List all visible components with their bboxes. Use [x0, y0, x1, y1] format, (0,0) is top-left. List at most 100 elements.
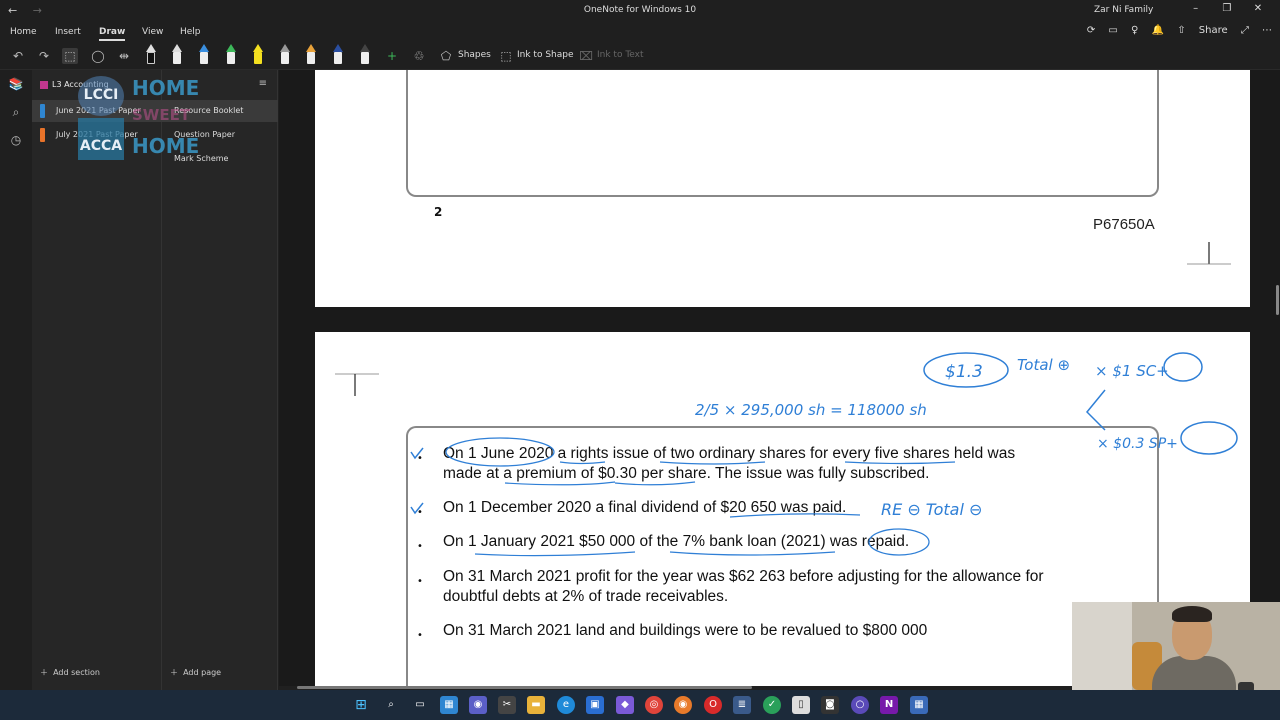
app-circle-icon[interactable]: ○: [851, 696, 869, 714]
share-button[interactable]: ⇧ Share: [1177, 25, 1227, 36]
pen-blue-icon[interactable]: [199, 44, 209, 66]
start-icon[interactable]: ⊞: [352, 696, 370, 714]
taskbar-search-icon[interactable]: ⌕: [382, 696, 400, 714]
pen-navy-icon[interactable]: [333, 44, 343, 66]
section-color-tab: [40, 128, 45, 142]
ink-brace: [1085, 389, 1106, 431]
add-section-button[interactable]: ＋ Add section: [40, 667, 100, 678]
pen-green-icon[interactable]: [226, 44, 236, 66]
windows-taskbar: ⊞ ⌕ ▭ ▦ ◉ ✂ ▬ e ▣ ◆ ◎ ◉ O ≣ ✓ ▯ ◙ ○ N ▦: [0, 690, 1280, 720]
item-dividend: On 1 December 2020 a final dividend of $…: [443, 499, 847, 516]
ink-replay-icon[interactable]: ♲: [411, 48, 427, 64]
ink-to-shape-button[interactable]: Ink to Shape: [517, 50, 574, 60]
notebooks-icon[interactable]: 📚: [0, 70, 32, 98]
title-bar: ← → OneNote for Windows 10 Zar Ni Family…: [0, 0, 1280, 22]
paper-code: P67650A: [1093, 216, 1155, 233]
store-icon[interactable]: ▣: [586, 696, 604, 714]
chat-icon[interactable]: ◉: [469, 696, 487, 714]
ink-calc: 2/5 × 295,000 sh = 118000 sh: [695, 401, 927, 419]
presenter-webcam: [1072, 602, 1280, 690]
ink-to-text-icon: ⌧: [579, 49, 593, 63]
menu-help[interactable]: Help: [180, 27, 201, 37]
ruler-icon[interactable]: ⇹: [116, 48, 132, 64]
ink-price: $1.3: [945, 362, 983, 382]
add-pen-icon[interactable]: +: [384, 48, 400, 64]
pen-gray-icon[interactable]: [280, 44, 290, 66]
calculator-icon[interactable]: ▦: [910, 696, 928, 714]
bullet-5: •: [417, 630, 423, 641]
ink-to-shape-icon[interactable]: ⬚: [498, 48, 514, 64]
webcam-microphone: [1238, 682, 1254, 690]
ink-sc: × $1 SC+: [1095, 362, 1169, 380]
app-icon[interactable]: ◆: [616, 696, 634, 714]
section-label: June 2021 Past Paper: [56, 106, 141, 115]
menu-view[interactable]: View: [142, 27, 163, 37]
obs-icon[interactable]: ◙: [821, 696, 839, 714]
share-label: Share: [1198, 25, 1228, 36]
firefox-icon[interactable]: ◉: [674, 696, 692, 714]
page-mark-scheme[interactable]: Mark Scheme: [162, 148, 278, 170]
section-june-2021[interactable]: June 2021 Past Paper: [32, 100, 162, 122]
redo-icon[interactable]: ↷: [36, 48, 52, 64]
bullet-1: •: [417, 453, 423, 464]
notebook-name: L3 Accounting: [52, 80, 109, 89]
document-icon[interactable]: ▯: [792, 696, 810, 714]
chrome-icon[interactable]: ◎: [645, 696, 663, 714]
sort-icon[interactable]: ≡: [259, 78, 267, 89]
webcam-presenter-body: [1152, 656, 1236, 690]
eraser-icon[interactable]: ◯: [90, 48, 106, 64]
notebook-title[interactable]: L3 Accounting: [40, 80, 109, 89]
section-label: July 2021 Past Paper: [56, 130, 138, 139]
widgets-icon[interactable]: ▦: [440, 696, 458, 714]
page-question-paper[interactable]: Question Paper: [162, 124, 278, 146]
snipping-tool-icon[interactable]: ✂: [498, 696, 516, 714]
menu-insert[interactable]: Insert: [55, 27, 81, 37]
expand-icon[interactable]: ⤢: [1241, 25, 1249, 36]
close-icon[interactable]: ✕: [1244, 3, 1272, 14]
page-canvas[interactable]: 2 P67650A • On 1 June 2020 a rights issu…: [279, 70, 1280, 686]
sections-pane: L3 Accounting June 2021 Past Paper July …: [32, 70, 162, 690]
bullet-3: •: [417, 541, 423, 552]
lightbulb-icon[interactable]: ♀: [1131, 25, 1138, 36]
vertical-scrollbar[interactable]: [1276, 285, 1279, 315]
feedly-icon[interactable]: ✓: [763, 696, 781, 714]
more-icon[interactable]: ⋯: [1262, 25, 1272, 36]
onenote-icon[interactable]: N: [880, 696, 898, 714]
menu-draw[interactable]: Draw: [99, 27, 126, 41]
notepad-icon[interactable]: ≣: [733, 696, 751, 714]
file-explorer-icon[interactable]: ▬: [527, 696, 545, 714]
ink-total-plus: Total ⊕: [1017, 356, 1070, 374]
sync-icon[interactable]: ⟳: [1087, 25, 1095, 36]
item-profit: On 31 March 2021 profit for the year was…: [443, 568, 1044, 605]
pen-black-icon[interactable]: [146, 44, 156, 66]
edge-icon[interactable]: e: [557, 696, 575, 714]
navigation-rail: 📚 ⌕ ◷: [0, 70, 32, 690]
app-title: OneNote for Windows 10: [583, 5, 697, 15]
pen-dark-icon[interactable]: [360, 44, 370, 66]
item-revaluation: On 31 March 2021 land and buildings were…: [443, 622, 928, 639]
notifications-icon[interactable]: 🔔: [1152, 25, 1164, 36]
shapes-button[interactable]: Shapes: [458, 50, 491, 60]
menu-home[interactable]: Home: [10, 27, 37, 37]
page-resource-booklet[interactable]: Resource Booklet: [162, 100, 278, 122]
ink-to-text-button: Ink to Text: [597, 50, 644, 60]
pen-orange-icon[interactable]: [306, 44, 316, 66]
user-name[interactable]: Zar Ni Family: [1094, 5, 1153, 15]
opera-icon[interactable]: O: [704, 696, 722, 714]
add-page-button[interactable]: ＋ Add page: [170, 667, 221, 678]
search-icon[interactable]: ⌕: [0, 98, 32, 126]
recent-icon[interactable]: ◷: [0, 126, 32, 154]
undo-icon[interactable]: ↶: [10, 48, 26, 64]
section-july-2021[interactable]: July 2021 Past Paper: [32, 124, 162, 146]
menu-right-tools: ⟳ ▭ ♀ 🔔 ⇧ Share ⤢ ⋯: [1077, 25, 1272, 36]
lasso-select-icon[interactable]: ⬚: [62, 48, 78, 64]
highlighter-yellow-icon[interactable]: [253, 44, 263, 66]
pen-white-icon[interactable]: [172, 44, 182, 66]
add-section-label: Add section: [53, 668, 100, 677]
task-view-icon[interactable]: ▭: [411, 696, 429, 714]
minimize-icon[interactable]: –: [1182, 3, 1210, 14]
shapes-icon[interactable]: ⬠: [438, 48, 454, 64]
horizontal-scrollbar[interactable]: [297, 686, 752, 689]
immersive-reader-icon[interactable]: ▭: [1108, 25, 1117, 36]
restore-icon[interactable]: ❐: [1213, 3, 1241, 14]
